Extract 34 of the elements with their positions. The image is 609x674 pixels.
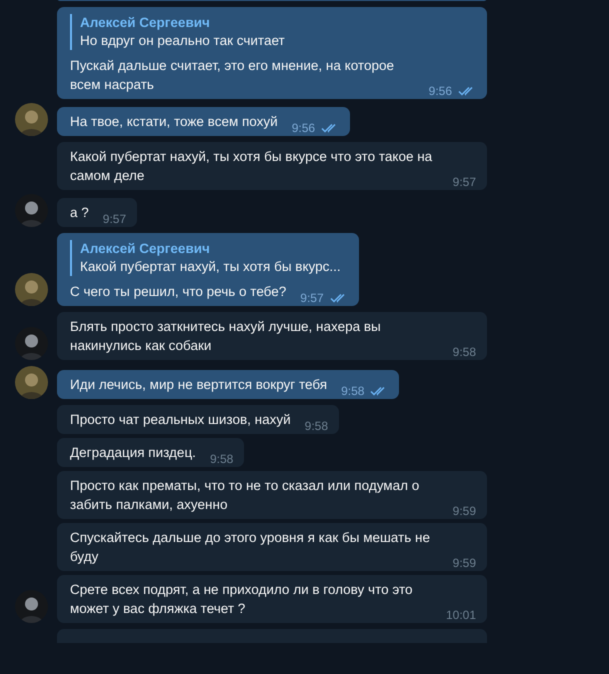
message-time: 10:01 [446,609,476,621]
reply-text: Какой пубертат нахуй, ты хотя бы вкурс... [80,258,342,276]
avatar[interactable] [15,327,48,360]
message-text: Блять просто заткнитесь нахуй лучше, нахера вы накинулись как собаки [70,318,382,355]
message-text: Деградация пиздец. [70,444,196,462]
message-time: 9:57 [452,176,476,188]
avatar[interactable] [15,103,48,136]
message-text: С чего ты решил, что речь о тебе? [70,283,286,301]
message-text: Иди лечись, мир не вертится вокруг тебя [70,376,328,394]
message-time: 9:58 [452,346,476,358]
avatar[interactable] [15,590,48,623]
message-text: Просто чат реальных шизов, нахуй [70,411,291,429]
message-time: 9:58 [304,420,328,432]
message-time: 9:58 [210,453,234,465]
message-time: 9:57 [102,213,126,225]
message-text: Срете всех подрят, а не приходило ли в голову что это может у вас фляжка течет ? [70,581,414,618]
message-time: 9:59 [452,505,476,517]
message-time: 9:57 [300,292,324,304]
reply-text: Но вдруг он реально так считает [80,32,286,50]
message-text: Просто как прематы, что то не то сказал или подумал о забить палками, ахуенно [70,477,420,514]
message-text: Спускайтесь дальше до этого уровня я как бы мешать не буду [70,529,431,566]
reply-author: Алексей Сергеевич [80,14,211,32]
message-text: Какой пубертат нахуй, ты хотя бы вкурсе что это такое на самом деле [70,148,434,185]
message-text: а ? [70,204,89,222]
reply-author: Алексей Сергеевич [80,240,211,258]
message-time: 9:56 [428,85,452,97]
message-time: 9:59 [452,557,476,569]
message-text: Пускай дальше считает, это его мнение, на которое всем насрать [70,57,395,94]
message-text: На твое, кстати, тоже всем похуй [70,113,278,131]
message-time: 9:58 [341,385,364,397]
avatar[interactable] [15,194,48,227]
avatar[interactable] [15,366,48,399]
message-time: 9:56 [292,122,316,134]
avatar[interactable] [15,273,48,306]
